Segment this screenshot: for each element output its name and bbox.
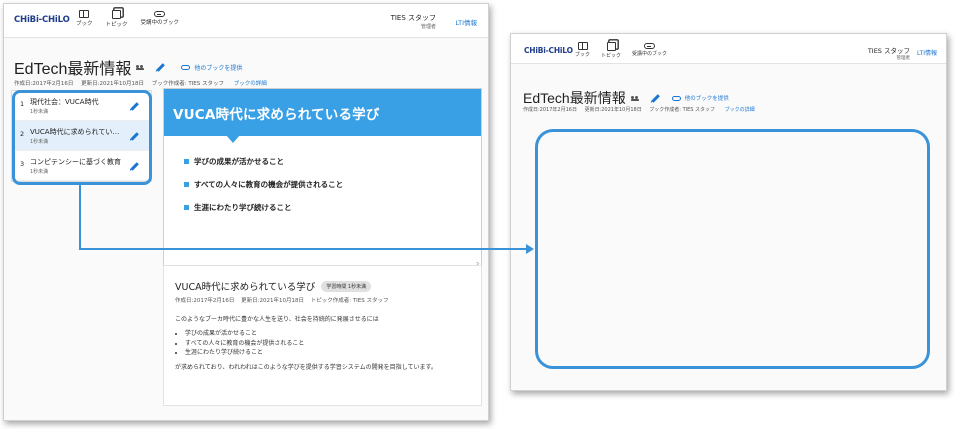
book-details-link[interactable]: ブックの詳細: [234, 81, 267, 87]
link-icon: [154, 11, 166, 17]
lti-info-link[interactable]: LTI情報: [455, 17, 477, 27]
slide-bullet-list: 学びの成果が活かせること すべての人々に教育の機会が提供されること 生涯にわたり…: [184, 156, 343, 225]
suggest-other-book-link[interactable]: 他のブックを提供: [671, 94, 729, 102]
book-author: ブック作成者: TIES スタッフ: [151, 81, 225, 87]
slide-title: VUCA時代に求められている学び: [173, 107, 380, 123]
lti-info-link[interactable]: LTI情報: [917, 48, 937, 57]
suggest-label: 他のブックを提供: [684, 96, 729, 102]
nav-enrolled-label: 受講中のブック: [140, 20, 180, 26]
user-info[interactable]: TIES スタッフ 管理者: [868, 45, 910, 61]
nav-topic-label: トピック: [601, 53, 622, 59]
link-icon: [644, 43, 656, 49]
app-header: CHiBi-CHiLO ブック トピック 受講中のブック TIES スタッフ 管…: [511, 34, 946, 64]
nav-book-label: ブック: [76, 21, 93, 27]
topic-icon: [606, 42, 616, 51]
learning-time-badge: 学習時間 1秒未満: [321, 280, 372, 292]
topic-item: 生涯にわたり学び続けること: [185, 348, 475, 358]
topic-detail-title: VUCA時代に求められている学び: [175, 282, 316, 293]
suggest-other-book-link[interactable]: 他のブックを提供: [181, 63, 242, 72]
book-title-row: EdTech最新情報 他のブックを提供: [523, 88, 729, 108]
link-icon: [671, 95, 681, 101]
suggest-label: 他のブックを提供: [194, 64, 243, 72]
edit-pencil-icon[interactable]: [651, 93, 660, 103]
user-name: TIES スタッフ: [390, 14, 436, 22]
book-meta: 作成日:2017年2月16日 更新日:2021年10月18日 ブック作成者: T…: [523, 106, 755, 113]
shared-people-icon: [630, 95, 639, 101]
slide-bullet: 生涯にわたり学び続けること: [184, 202, 343, 213]
app-logo[interactable]: CHiBi-CHiLO: [524, 46, 573, 55]
topic-item: 学びの成果が活かせること: [185, 329, 475, 339]
connector-arrow-vertical: [79, 184, 81, 249]
shared-people-icon: [136, 64, 145, 70]
nav-book[interactable]: ブック: [76, 10, 93, 28]
topic-created-date: 作成日:2017年2月16日: [175, 298, 235, 304]
topic-author: トピック作成者: TIES スタッフ: [310, 298, 389, 304]
highlight-frame-empty-content: [535, 129, 930, 369]
topic-intro: このようなブーカ時代に豊かな人生を送り、社会を持続的に発展させるには: [175, 316, 379, 323]
updated-date: 更新日:2021年10月18日: [81, 81, 144, 87]
created-date: 作成日:2017年2月16日: [14, 81, 74, 87]
book-title-row: EdTech最新情報 他のブックを提供: [14, 55, 242, 79]
user-role: 管理者: [420, 24, 436, 30]
nav-enrolled-books[interactable]: 受講中のブック: [140, 10, 180, 28]
book-title: EdTech最新情報: [14, 61, 132, 78]
link-icon: [181, 64, 191, 70]
topic-description: このようなブーカ時代に豊かな人生を送り、社会を持続的に発展させるには 学びの成果…: [175, 315, 475, 372]
topic-icon: [112, 10, 122, 19]
connector-arrow-horizontal: [79, 248, 528, 250]
nav-topic[interactable]: トピック: [601, 42, 621, 59]
slide-banner-pointer: [226, 135, 240, 143]
topic-item: すべての人々に教育の機会が提供されること: [185, 339, 475, 349]
nav-topic[interactable]: トピック: [106, 10, 128, 28]
topic-detail-card: VUCA時代に求められている学び 学習時間 1秒未満 作成日:2017年2月16…: [163, 265, 482, 406]
user-name: TIES スタッフ: [867, 47, 910, 55]
main-nav: ブック トピック 受講中のブック: [575, 42, 678, 59]
nav-enrolled-label: 受講中のブック: [632, 51, 668, 57]
app-header: CHiBi-CHiLO ブック トピック 受講中のブック TIES スタッフ 管…: [4, 4, 488, 38]
topic-meta: 作成日:2017年2月16日 更新日:2021年10月18日 トピック作成者: …: [175, 296, 394, 304]
book-title: EdTech最新情報: [523, 90, 626, 106]
main-nav: ブック トピック 受講中のブック: [76, 10, 192, 28]
nav-topic-label: トピック: [105, 22, 128, 28]
book-icon: [577, 42, 588, 50]
topic-item-list: 学びの成果が活かせること すべての人々に教育の機会が提供されること 生涯にわたり…: [185, 329, 475, 358]
app-logo[interactable]: CHiBi-CHiLO: [14, 15, 70, 25]
topic-heading-row: VUCA時代に求められている学び 学習時間 1秒未満: [175, 279, 372, 293]
highlight-frame-topic-list: [12, 90, 152, 185]
user-role: 管理者: [896, 56, 911, 61]
edit-pencil-icon[interactable]: [156, 62, 165, 72]
arrow-head-icon: [526, 244, 534, 254]
user-info[interactable]: TIES スタッフ 管理者: [391, 13, 436, 30]
nav-book[interactable]: ブック: [575, 42, 590, 59]
created-date: 作成日:2017年2月16日: [523, 107, 577, 113]
book-meta: 作成日:2017年2月16日 更新日:2021年10月18日 ブック作成者: T…: [14, 79, 267, 87]
nav-book-label: ブック: [575, 52, 591, 58]
slide-banner: VUCA時代に求められている学び: [164, 89, 481, 136]
topic-updated-date: 更新日:2021年10月18日: [241, 298, 304, 304]
updated-date: 更新日:2021年10月18日: [584, 107, 642, 113]
slide-bullet: すべての人々に教育の機会が提供されること: [184, 179, 343, 190]
topic-outro: が求められており、われわれはこのような学びを提供する学習システムの開発を目指して…: [175, 363, 437, 371]
nav-enrolled-books[interactable]: 受講中のブック: [632, 42, 667, 59]
book-details-link[interactable]: ブックの詳細: [725, 107, 755, 113]
book-author: ブック作成者: TIES スタッフ: [649, 107, 716, 113]
slide-bullet: 学びの成果が活かせること: [184, 156, 343, 167]
book-icon: [79, 10, 90, 18]
left-window: CHiBi-CHiLO ブック トピック 受講中のブック TIES スタッフ 管…: [3, 3, 489, 421]
slide-viewer[interactable]: VUCA時代に求められている学び 学びの成果が活かせること すべての人々に教育の…: [163, 88, 482, 270]
